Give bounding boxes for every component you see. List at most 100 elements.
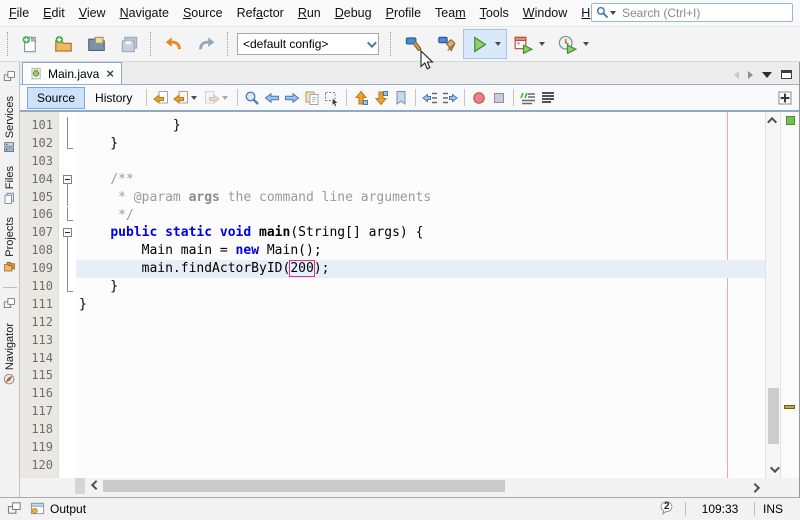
vertical-scrollbar-thumb[interactable] — [768, 388, 779, 444]
menu-tools[interactable]: Tools — [473, 2, 516, 24]
new-file-button[interactable] — [14, 29, 47, 59]
menu-view[interactable]: View — [72, 2, 113, 24]
source-view-button[interactable]: Source — [27, 87, 85, 109]
code-line[interactable]: */ — [79, 207, 765, 225]
scroll-left-icon[interactable] — [86, 478, 102, 494]
find-previous-button[interactable] — [262, 87, 282, 109]
toggle-highlight-button[interactable] — [302, 87, 322, 109]
dock-group-icon[interactable] — [3, 297, 16, 315]
profile-icon[interactable] — [554, 31, 581, 58]
forward-button[interactable] — [202, 87, 233, 109]
rectangular-selection-button[interactable] — [322, 87, 342, 109]
new-file-icon[interactable] — [17, 31, 44, 58]
code-line[interactable] — [79, 153, 765, 171]
new-project-icon[interactable] — [50, 31, 77, 58]
sidebar-item-navigator[interactable]: Navigator — [3, 323, 16, 386]
code-line[interactable]: } — [79, 135, 765, 153]
vertical-scrollbar[interactable] — [765, 112, 780, 478]
search-scope-dropdown-icon[interactable] — [610, 11, 616, 15]
fold-mark[interactable] — [59, 224, 77, 242]
redo-button[interactable] — [190, 29, 223, 59]
start-macro-button[interactable] — [469, 87, 489, 109]
line-number-gutter[interactable]: 1011021031041051061071081091101111121131… — [20, 112, 58, 478]
sidebar-item-files[interactable]: Files — [3, 166, 16, 205]
scroll-down-icon[interactable] — [766, 462, 780, 477]
debug-project-button-dropdown-icon[interactable] — [539, 42, 545, 46]
last-edit-button[interactable] — [151, 87, 171, 109]
redo-icon[interactable] — [193, 31, 220, 58]
collapse-fold-icon[interactable] — [63, 228, 72, 237]
code-line[interactable]: Main main = new Main(); — [79, 242, 765, 260]
error-stripe[interactable] — [780, 112, 799, 478]
code-line[interactable]: main.findActorByID(200); — [79, 260, 765, 278]
code-line[interactable] — [79, 350, 765, 368]
fold-mark[interactable] — [59, 171, 77, 189]
tab-main-java[interactable]: Main.java × — [22, 62, 122, 84]
sidebar-item-projects[interactable]: Projects — [3, 217, 16, 273]
code-line[interactable] — [79, 314, 765, 332]
previous-bookmark-button[interactable] — [351, 87, 371, 109]
profile-project-button-dropdown-icon[interactable] — [583, 42, 589, 46]
next-bookmark-button[interactable] — [371, 87, 391, 109]
combo-dropdown-icon[interactable] — [362, 41, 378, 48]
code-line[interactable]: } — [79, 296, 765, 314]
search-input[interactable] — [620, 5, 788, 21]
horizontal-scrollbar[interactable] — [20, 478, 799, 497]
collapse-fold-icon[interactable] — [63, 175, 72, 184]
code-line[interactable]: * @param args the command line arguments — [79, 189, 765, 207]
profile-project-button[interactable] — [551, 29, 595, 59]
code-line[interactable]: } — [79, 117, 765, 135]
menu-window[interactable]: Window — [516, 2, 574, 24]
debug-project-button[interactable] — [507, 29, 551, 59]
back-button[interactable] — [171, 87, 202, 109]
forward-button-dropdown-icon[interactable] — [222, 96, 228, 100]
undo-icon[interactable] — [160, 31, 187, 58]
undo-button[interactable] — [157, 29, 190, 59]
clean-build-icon[interactable] — [433, 31, 460, 58]
menu-source[interactable]: Source — [176, 2, 230, 24]
uncomment-button[interactable] — [538, 87, 558, 109]
build-project-button[interactable] — [397, 29, 430, 59]
scroll-tabs-left-icon[interactable] — [734, 71, 739, 79]
history-view-button[interactable]: History — [85, 87, 142, 109]
new-project-button[interactable] — [47, 29, 80, 59]
open-project-button[interactable] — [80, 29, 113, 59]
menu-profile[interactable]: Profile — [379, 2, 428, 24]
scroll-up-icon[interactable] — [766, 113, 780, 128]
debug-icon[interactable] — [510, 31, 537, 58]
code-line[interactable]: } — [79, 278, 765, 296]
code-line[interactable] — [79, 439, 765, 457]
run-icon[interactable] — [466, 31, 493, 58]
menu-refactor[interactable]: Refactor — [230, 2, 291, 24]
split-document-button[interactable] — [775, 87, 795, 109]
maximize-window-icon[interactable] — [781, 70, 792, 79]
menu-navigate[interactable]: Navigate — [113, 2, 176, 24]
sidebar-item-services[interactable]: Services — [3, 96, 16, 154]
code-line[interactable]: public static void main(String[] args) { — [79, 224, 765, 242]
dock-group-icon[interactable] — [3, 70, 16, 88]
scroll-right-icon[interactable] — [748, 478, 764, 494]
save-all-button[interactable] — [113, 29, 146, 59]
code-editor[interactable]: } } /** * @param args the command line a… — [76, 112, 765, 478]
code-line[interactable] — [79, 403, 765, 421]
shift-line-left-button[interactable] — [420, 87, 440, 109]
code-line[interactable] — [79, 386, 765, 404]
save-all-icon[interactable] — [116, 31, 143, 58]
run-project-button[interactable] — [463, 29, 507, 59]
code-line[interactable] — [79, 332, 765, 350]
find-selection-button[interactable] — [242, 87, 262, 109]
menu-file[interactable]: File — [2, 2, 36, 24]
open-project-icon[interactable] — [83, 31, 110, 58]
quick-search-box[interactable] — [591, 3, 793, 22]
back-button-dropdown-icon[interactable] — [191, 96, 197, 100]
notifications-button[interactable]: 2 — [659, 500, 677, 518]
code-line[interactable]: /** — [79, 171, 765, 189]
code-fold-column[interactable] — [58, 112, 76, 478]
config-combo[interactable]: <default config> — [237, 33, 379, 55]
tab-list-dropdown-icon[interactable] — [762, 72, 772, 78]
menu-debug[interactable]: Debug — [328, 2, 379, 24]
dock-window-icon[interactable] — [7, 501, 22, 516]
menu-team[interactable]: Team — [428, 2, 473, 24]
output-window-button[interactable]: Output — [30, 501, 86, 516]
code-line[interactable] — [79, 368, 765, 386]
